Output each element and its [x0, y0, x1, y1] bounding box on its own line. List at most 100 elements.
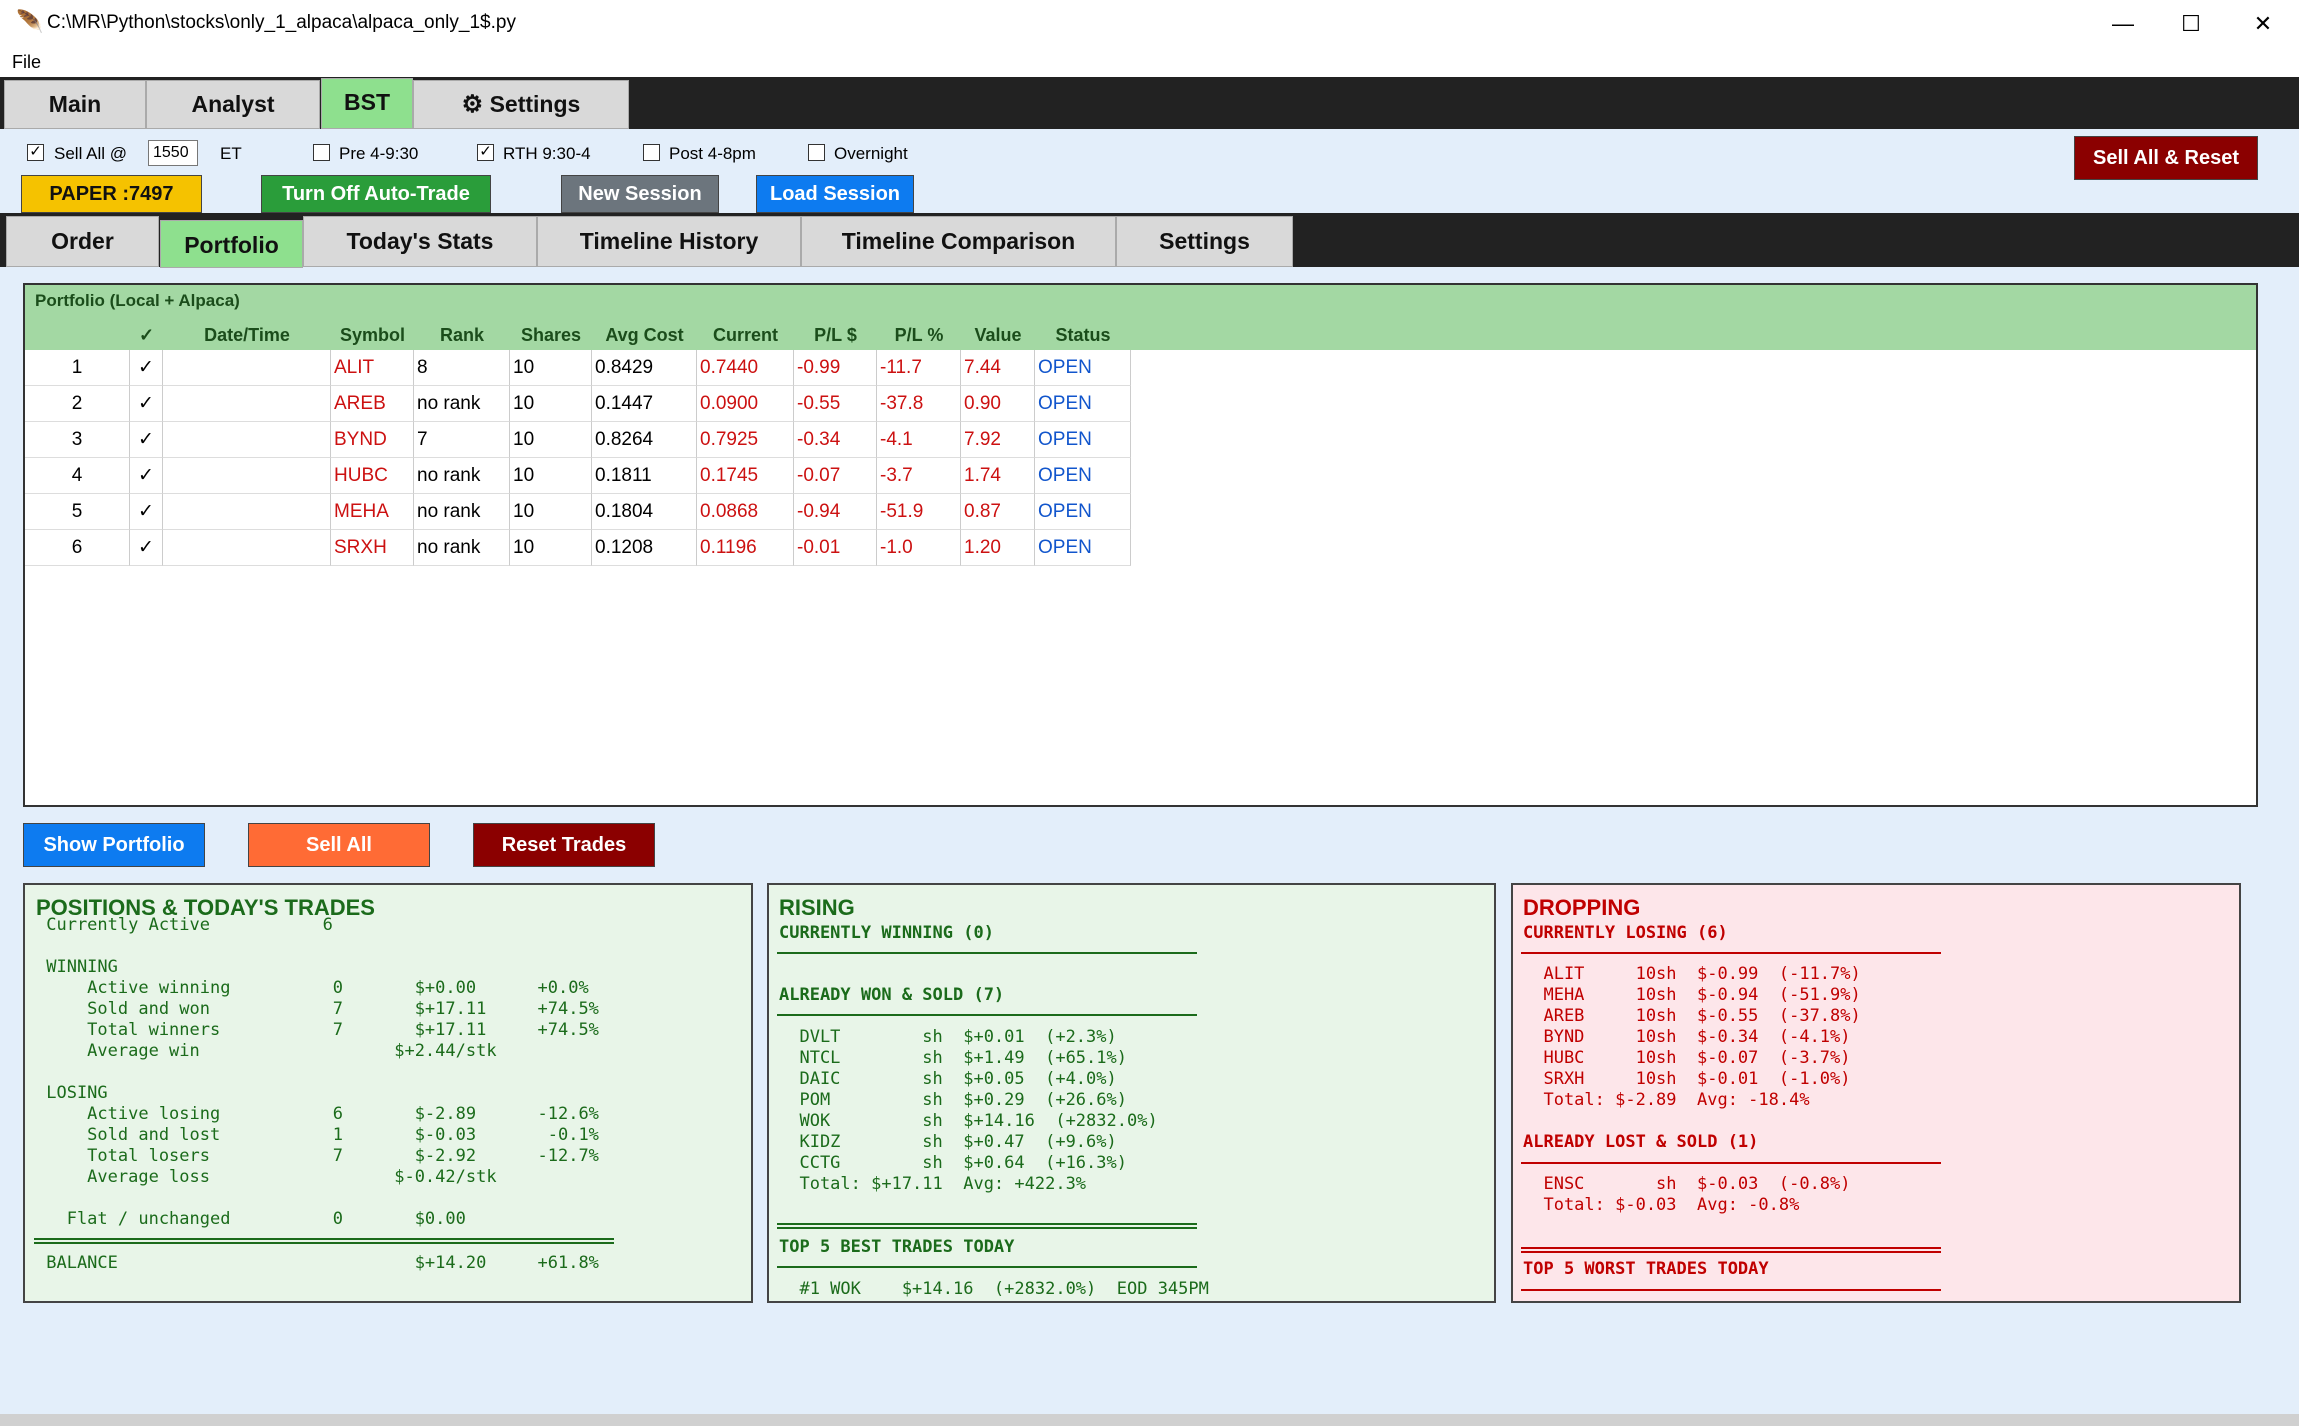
text-line — [36, 1188, 599, 1209]
pre-market-label: Pre 4-9:30 — [339, 144, 419, 163]
tab-settings-sub[interactable]: Settings — [1116, 216, 1293, 267]
text-line: Total: $-2.89 Avg: -18.4% — [1523, 1090, 1810, 1110]
cell-date-time — [163, 494, 331, 530]
cell-shares: 10 — [510, 458, 592, 494]
text-line: Sold and lost 1 $-0.03 -0.1% — [36, 1125, 599, 1145]
tab-analyst[interactable]: Analyst — [146, 80, 320, 129]
cell-date-time — [163, 530, 331, 566]
cell-status: OPEN — [1035, 386, 1131, 422]
text-line: Total: $+17.11 Avg: +422.3% — [779, 1174, 1087, 1194]
divider — [777, 1266, 1197, 1268]
cell-pl-percent: -4.1 — [877, 422, 961, 458]
column-header-current[interactable]: Current — [697, 320, 794, 350]
column-header-symbol[interactable]: Symbol — [331, 320, 414, 350]
cell-symbol: AREB — [331, 386, 414, 422]
sell-all-reset-button[interactable]: Sell All & Reset — [2074, 136, 2258, 180]
minimize-icon: — — [2112, 11, 2134, 36]
cell-shares: 10 — [510, 386, 592, 422]
cell-pl-percent: -37.8 — [877, 386, 961, 422]
cell-pl-percent: -51.9 — [877, 494, 961, 530]
tab-settings-top[interactable]: ⚙ Settings — [413, 80, 629, 129]
tab-bst[interactable]: BST — [321, 78, 413, 129]
currently-losing-heading: CURRENTLY LOSING (6) — [1523, 923, 1728, 943]
divider — [1521, 1247, 1941, 1249]
overnight-checkbox[interactable] — [808, 144, 825, 161]
column-header-shares[interactable]: Shares — [510, 320, 592, 350]
text-line: WOK sh $+14.16 (+2832.0%) — [779, 1111, 1158, 1131]
cell-current: 0.0900 — [697, 386, 794, 422]
text-line: Average win $+2.44/stk — [36, 1041, 497, 1061]
cell-rank: 8 — [414, 350, 510, 386]
cell-value: 7.44 — [961, 350, 1035, 386]
cell-current: 0.7440 — [697, 350, 794, 386]
text-line: KIDZ sh $+0.47 (+9.6%) — [779, 1132, 1117, 1152]
maximize-icon: ☐ — [2181, 11, 2201, 36]
close-icon: ✕ — [2253, 11, 2273, 36]
divider — [777, 1227, 1197, 1229]
cell-row-number: 2 — [25, 386, 130, 422]
sell-all-time-input[interactable] — [148, 140, 198, 166]
text-line: Total winners 7 $+17.11 +74.5% — [36, 1020, 599, 1040]
cell-row-number: 1 — [25, 350, 130, 386]
tab-order[interactable]: Order — [6, 216, 159, 267]
text-line: ALIT 10sh $-0.99 (-11.7%) — [1523, 964, 1861, 984]
top5-worst-heading: TOP 5 WORST TRADES TODAY — [1523, 1259, 1769, 1279]
rth-checkbox[interactable]: ✓ — [477, 144, 494, 161]
column-header-status[interactable]: Status — [1035, 320, 1131, 350]
show-portfolio-button[interactable]: Show Portfolio — [23, 823, 205, 867]
cell-check: ✓ — [130, 422, 163, 458]
auto-trade-button[interactable]: Turn Off Auto-Trade — [261, 175, 491, 213]
load-session-button[interactable]: Load Session — [756, 175, 914, 213]
cell-status: OPEN — [1035, 494, 1131, 530]
balance-divider-2 — [34, 1242, 614, 1244]
cell-pl-dollar: -0.55 — [794, 386, 877, 422]
pre-market-checkbox[interactable] — [313, 144, 330, 161]
column-header-row-number[interactable] — [25, 320, 130, 350]
cell-avg-cost: 0.8429 — [592, 350, 697, 386]
tab-portfolio[interactable]: Portfolio — [160, 220, 303, 268]
column-header-value[interactable]: Value — [961, 320, 1035, 350]
text-line: Average loss $-0.42/stk — [36, 1167, 497, 1187]
cell-shares: 10 — [510, 350, 592, 386]
tab-main[interactable]: Main — [4, 80, 146, 129]
reset-trades-button[interactable]: Reset Trades — [473, 823, 655, 867]
post-market-checkbox[interactable] — [643, 144, 660, 161]
cell-symbol: SRXH — [331, 530, 414, 566]
menu-file[interactable]: File — [12, 52, 41, 73]
paper-account-badge[interactable]: PAPER :7497 — [21, 175, 202, 213]
column-header-pl-dollar[interactable]: P/L $ — [794, 320, 877, 350]
tab-todays-stats[interactable]: Today's Stats — [303, 216, 537, 267]
column-header-date-time[interactable]: Date/Time — [163, 320, 331, 350]
menu-bar: File — [0, 47, 2299, 77]
divider — [1521, 1162, 1941, 1164]
divider — [1521, 1251, 1941, 1253]
column-header-check[interactable]: ✓ — [130, 320, 163, 350]
new-session-button[interactable]: New Session — [561, 175, 719, 213]
rising-panel: RISING CURRENTLY WINNING (0) ALREADY WON… — [767, 883, 1496, 1303]
tab-timeline-history[interactable]: Timeline History — [537, 216, 801, 267]
text-line — [36, 936, 599, 957]
text-line: MEHA 10sh $-0.94 (-51.9%) — [1523, 985, 1861, 1005]
cell-rank: 7 — [414, 422, 510, 458]
text-line: #1 WOK $+14.16 (+2832.0%) EOD 345PM — [779, 1279, 1209, 1299]
maximize-button[interactable]: ☐ — [2157, 0, 2225, 47]
cell-pl-dollar: -0.01 — [794, 530, 877, 566]
sell-all-checkbox[interactable]: ✓ — [27, 144, 44, 161]
dropping-title: DROPPING — [1523, 895, 1641, 920]
text-line: WINNING — [36, 957, 118, 977]
text-line: DVLT sh $+0.01 (+2.3%) — [779, 1027, 1117, 1047]
feather-icon: 🪶 — [16, 9, 44, 34]
column-header-rank[interactable]: Rank — [414, 320, 510, 350]
tab-timeline-comparison[interactable]: Timeline Comparison — [801, 216, 1116, 267]
cell-rank: no rank — [414, 530, 510, 566]
column-header-pl-percent[interactable]: P/L % — [877, 320, 961, 350]
minimize-button[interactable]: — — [2089, 0, 2157, 47]
sell-all-button[interactable]: Sell All — [248, 823, 430, 867]
column-header-avg-cost[interactable]: Avg Cost — [592, 320, 697, 350]
text-line: ENSC sh $-0.03 (-0.8%) — [1523, 1174, 1851, 1194]
text-line: Currently Active 6 — [36, 915, 333, 935]
close-button[interactable]: ✕ — [2229, 0, 2297, 47]
top5-best-list: #1 WOK $+14.16 (+2832.0%) EOD 345PM — [779, 1279, 1209, 1299]
cell-avg-cost: 0.1208 — [592, 530, 697, 566]
cell-status: OPEN — [1035, 422, 1131, 458]
